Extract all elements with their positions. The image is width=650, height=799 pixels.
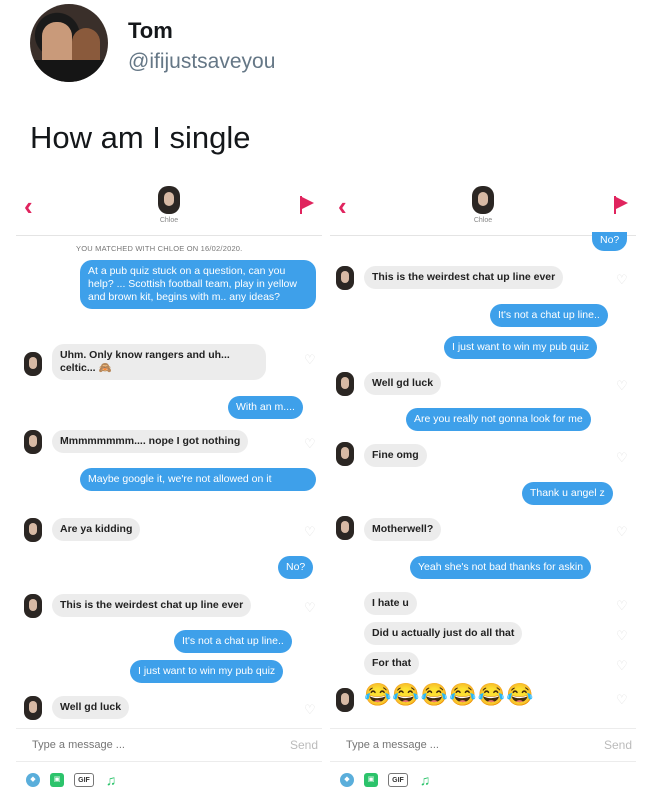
message-bubble-outgoing: Yeah she's not bad thanks for askin bbox=[410, 556, 592, 579]
flag-icon[interactable] bbox=[300, 196, 316, 216]
heart-icon[interactable]: ♡ bbox=[304, 703, 316, 716]
heart-icon[interactable]: ♡ bbox=[304, 525, 316, 538]
heart-icon[interactable]: ♡ bbox=[616, 273, 628, 286]
message-bubble-incoming: Motherwell? bbox=[364, 518, 442, 541]
message-bubble-incoming: Mmmmmmmm.... nope I got nothing bbox=[52, 430, 249, 453]
sender-avatar[interactable] bbox=[24, 430, 42, 454]
message-bubble-incoming: Did u actually just do all that bbox=[364, 622, 523, 645]
message-composer: Send bbox=[330, 728, 636, 762]
message-bubble-outgoing: I just want to win my pub quiz bbox=[130, 660, 284, 683]
heart-icon[interactable]: ♡ bbox=[616, 693, 628, 706]
heart-icon[interactable]: ♡ bbox=[304, 353, 316, 366]
composer-toolbar: ◆ ▣ GIF ♫ bbox=[330, 766, 636, 794]
sender-avatar[interactable] bbox=[24, 352, 42, 376]
music-icon[interactable]: ♫ bbox=[418, 773, 432, 787]
chat-panel-right: ‹ Chloe No? This is the weirdest chat up… bbox=[330, 180, 636, 799]
message-bubble-outgoing: It's not a chat up line.. bbox=[174, 630, 292, 653]
heart-icon[interactable]: ♡ bbox=[616, 451, 628, 464]
gif-icon[interactable]: GIF bbox=[388, 773, 408, 787]
tweet-author-name[interactable]: Tom bbox=[128, 18, 173, 44]
match-avatar[interactable] bbox=[158, 186, 180, 214]
send-button[interactable]: Send bbox=[290, 738, 318, 752]
message-bubble-outgoing: Are you really not gonna look for me bbox=[406, 408, 591, 431]
sender-avatar[interactable] bbox=[336, 266, 354, 290]
sender-avatar[interactable] bbox=[336, 442, 354, 466]
heart-icon[interactable]: ♡ bbox=[616, 599, 628, 612]
sender-avatar[interactable] bbox=[24, 594, 42, 618]
flag-icon[interactable] bbox=[614, 196, 630, 216]
sender-avatar[interactable] bbox=[336, 372, 354, 396]
gift-icon[interactable]: ◆ bbox=[26, 773, 40, 787]
message-bubble-outgoing: It's not a chat up line.. bbox=[490, 304, 608, 327]
message-bubble-incoming: Fine omg bbox=[364, 444, 427, 467]
tweet-author-handle[interactable]: @ifijustsaveyou bbox=[128, 50, 275, 74]
chat-panel-left: ‹ Chloe YOU MATCHED WITH CHLOE ON 16/02/… bbox=[16, 180, 322, 799]
tweet-text: How am I single bbox=[30, 120, 251, 155]
message-bubble-incoming: Well gd luck bbox=[364, 372, 442, 395]
gift-icon[interactable]: ◆ bbox=[340, 773, 354, 787]
message-bubble-outgoing: No? bbox=[592, 232, 628, 251]
chat-header: ‹ Chloe bbox=[330, 180, 636, 236]
chat-header: ‹ Chloe bbox=[16, 180, 322, 236]
sender-avatar[interactable] bbox=[336, 516, 354, 540]
tweet-header: Tom @ifijustsaveyou bbox=[30, 4, 630, 90]
send-button[interactable]: Send bbox=[604, 738, 632, 752]
message-bubble-incoming: For that bbox=[364, 652, 420, 675]
gif-icon[interactable]: GIF bbox=[74, 773, 94, 787]
back-icon[interactable]: ‹ bbox=[338, 193, 356, 219]
message-input[interactable] bbox=[346, 739, 546, 751]
message-bubble-incoming: This is the weirdest chat up line ever bbox=[52, 594, 252, 617]
message-bubble-outgoing: With an m.... bbox=[228, 396, 303, 419]
emoji-message: 😂😂😂😂😂😂 bbox=[364, 682, 535, 707]
heart-icon[interactable]: ♡ bbox=[616, 659, 628, 672]
composer-toolbar: ◆ ▣ GIF ♫ bbox=[16, 766, 322, 794]
heart-icon[interactable]: ♡ bbox=[616, 379, 628, 392]
message-bubble-outgoing: Maybe google it, we're not allowed on it bbox=[80, 468, 316, 491]
message-bubble-incoming: Uhm. Only know rangers and uh... celtic.… bbox=[52, 344, 266, 380]
profile-avatar[interactable] bbox=[30, 4, 108, 82]
message-bubble-outgoing: Thank u angel z bbox=[522, 482, 613, 505]
message-bubble-incoming: I hate u bbox=[364, 592, 417, 615]
heart-icon[interactable]: ♡ bbox=[616, 629, 628, 642]
image-icon[interactable]: ▣ bbox=[50, 773, 64, 787]
matched-note: YOU MATCHED WITH CHLOE ON 16/02/2020. bbox=[76, 244, 243, 253]
sender-avatar[interactable] bbox=[24, 518, 42, 542]
message-input[interactable] bbox=[32, 739, 232, 751]
message-bubble-outgoing: At a pub quiz stuck on a question, can y… bbox=[80, 260, 316, 309]
message-composer: Send bbox=[16, 728, 322, 762]
message-bubble-incoming: Are ya kidding bbox=[52, 518, 141, 541]
image-icon[interactable]: ▣ bbox=[364, 773, 378, 787]
back-icon[interactable]: ‹ bbox=[24, 193, 42, 219]
heart-icon[interactable]: ♡ bbox=[616, 525, 628, 538]
match-avatar[interactable] bbox=[472, 186, 494, 214]
match-name: Chloe bbox=[473, 217, 493, 224]
sender-avatar[interactable] bbox=[336, 688, 354, 712]
message-bubble-incoming: Well gd luck bbox=[52, 696, 130, 719]
message-bubble-outgoing: No? bbox=[278, 556, 314, 579]
heart-icon[interactable]: ♡ bbox=[304, 437, 316, 450]
match-name: Chloe bbox=[159, 217, 179, 224]
heart-icon[interactable]: ♡ bbox=[304, 601, 316, 614]
music-icon[interactable]: ♫ bbox=[104, 773, 118, 787]
message-bubble-incoming: This is the weirdest chat up line ever bbox=[364, 266, 564, 289]
message-bubble-outgoing: I just want to win my pub quiz bbox=[444, 336, 598, 359]
sender-avatar[interactable] bbox=[24, 696, 42, 720]
